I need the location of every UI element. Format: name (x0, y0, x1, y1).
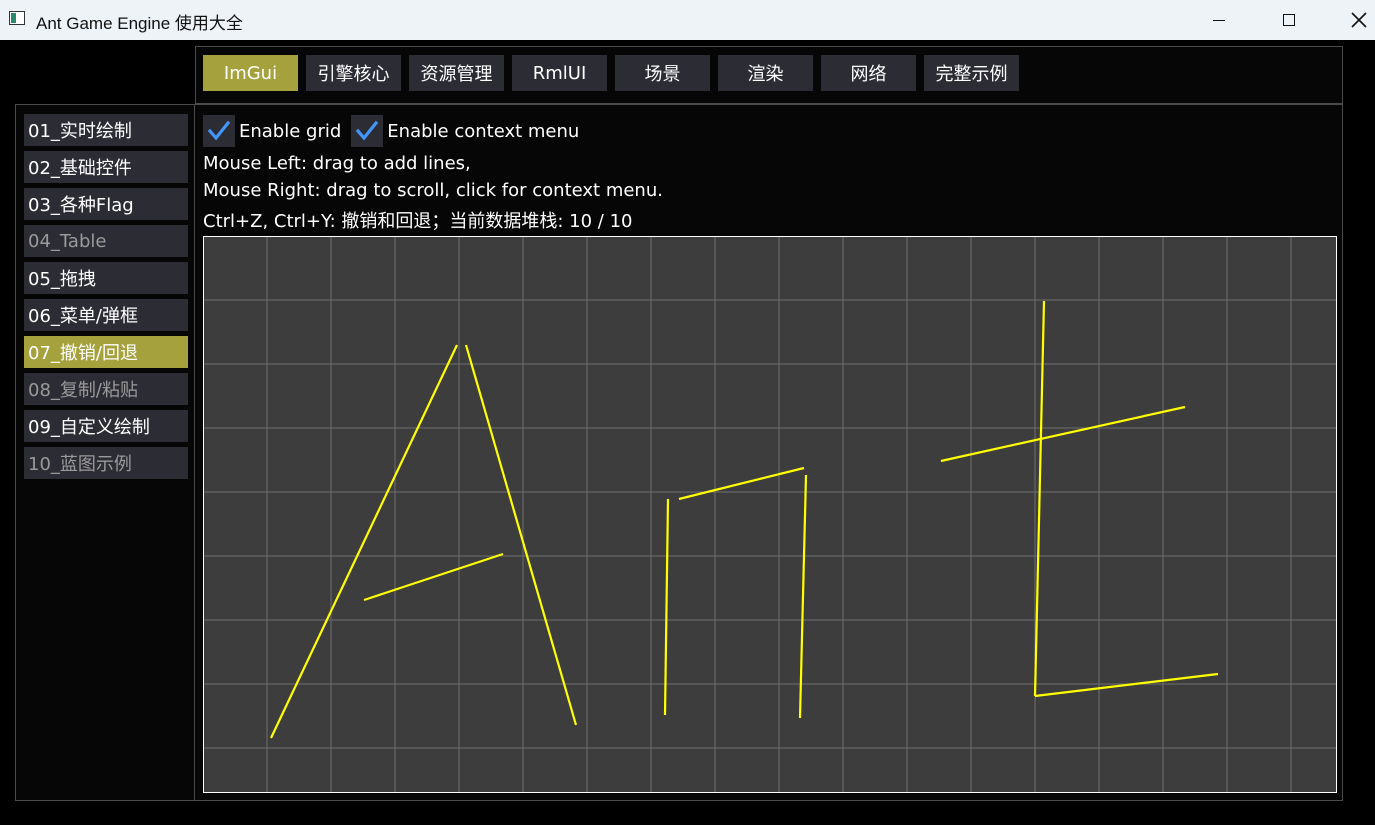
info-line-mouse-left: Mouse Left: drag to add lines, (203, 153, 471, 174)
options-row: Enable grid Enable context menu (203, 115, 589, 147)
sidebar-item-label: 03_各种Flag (28, 195, 134, 216)
sidebar-item-menu-popup[interactable]: 06_菜单/弹框 (24, 299, 188, 331)
tab-scene[interactable]: 场景 (615, 55, 710, 91)
tab-label: RmlUI (532, 62, 587, 84)
sidebar-item-undo-redo[interactable]: 07_撤销/回退 (24, 336, 188, 368)
tab-label: 完整示例 (935, 64, 1008, 85)
tab-imgui[interactable]: ImGui (203, 55, 298, 91)
tab-resource-management[interactable]: 资源管理 (409, 55, 504, 91)
sidebar-item-label: 02_基础控件 (28, 158, 132, 179)
tab-label: 引擎核心 (317, 64, 390, 85)
maximize-button[interactable] (1266, 0, 1312, 40)
tab-label: 场景 (644, 64, 681, 85)
check-icon (356, 120, 379, 141)
top-tab-bar: ImGui 引擎核心 资源管理 RmlUI 场景 渲染 网络 完整示例 (195, 46, 1343, 104)
enable-context-menu-checkbox[interactable] (351, 115, 384, 147)
drawn-line (464, 344, 578, 726)
sidebar-item-realtime-draw[interactable]: 01_实时绘制 (24, 114, 188, 146)
sidebar-item-label: 05_拖拽 (28, 269, 96, 290)
info-line-undo-stack: Ctrl+Z, Ctrl+Y: 撤销和回退；当前数据堆栈: 10 / 10 (203, 211, 633, 232)
drawn-line (663, 498, 670, 716)
maximize-icon (1283, 14, 1295, 26)
sidebar: 01_实时绘制 02_基础控件 03_各种Flag 04_Table 05_拖拽… (15, 104, 195, 801)
tab-full-examples[interactable]: 完整示例 (924, 55, 1019, 91)
sidebar-item-label: 09_自定义绘制 (28, 417, 150, 438)
sidebar-item-label: 07_撤销/回退 (28, 343, 138, 364)
app-icon (9, 11, 25, 25)
close-icon (1351, 12, 1367, 28)
title-bar: Ant Game Engine 使用大全 (0, 0, 1375, 40)
drawn-line (678, 466, 805, 501)
sidebar-item-basic-widgets[interactable]: 02_基础控件 (24, 151, 188, 183)
canvas-svg (204, 237, 1336, 792)
tab-rendering[interactable]: 渲染 (718, 55, 813, 91)
minimize-button[interactable] (1196, 0, 1242, 40)
drawn-line (1034, 672, 1219, 698)
drawn-line (798, 474, 808, 719)
minimize-icon (1213, 19, 1225, 21)
sidebar-item-label: 01_实时绘制 (28, 121, 132, 142)
tab-label: 网络 (850, 64, 887, 85)
drawn-lines (270, 300, 1219, 739)
enable-context-menu-label[interactable]: Enable context menu (387, 121, 579, 142)
sidebar-item-label: 08_复制/粘贴 (28, 380, 138, 401)
window-title: Ant Game Engine 使用大全 (36, 14, 243, 33)
tab-rmlui[interactable]: RmlUI (512, 55, 607, 91)
drawn-line (270, 344, 458, 739)
sidebar-item-custom-draw[interactable]: 09_自定义绘制 (24, 410, 188, 442)
drawn-line (1033, 300, 1046, 697)
sidebar-item-label: 04_Table (28, 230, 107, 252)
close-button[interactable] (1336, 0, 1375, 40)
sidebar-item-table[interactable]: 04_Table (24, 225, 188, 257)
tab-label: ImGui (223, 62, 278, 84)
sidebar-item-drag[interactable]: 05_拖拽 (24, 262, 188, 294)
drawn-line (940, 405, 1186, 463)
info-line-mouse-right: Mouse Right: drag to scroll, click for c… (203, 180, 663, 201)
sidebar-item-label: 10_蓝图示例 (28, 454, 132, 475)
sidebar-item-flags[interactable]: 03_各种Flag (24, 188, 188, 220)
sidebar-item-label: 06_菜单/弹框 (28, 306, 138, 327)
sidebar-item-blueprint[interactable]: 10_蓝图示例 (24, 447, 188, 479)
drawn-line (363, 552, 504, 602)
sidebar-item-copy-paste[interactable]: 08_复制/粘贴 (24, 373, 188, 405)
canvas-grid (204, 237, 1336, 792)
enable-grid-checkbox[interactable] (203, 115, 235, 147)
drawing-canvas[interactable] (203, 236, 1337, 793)
enable-grid-label[interactable]: Enable grid (239, 121, 341, 142)
tab-network[interactable]: 网络 (821, 55, 916, 91)
check-icon (207, 120, 231, 141)
tab-label: 资源管理 (420, 64, 493, 85)
tab-label: 渲染 (747, 64, 784, 85)
tab-engine-core[interactable]: 引擎核心 (306, 55, 401, 91)
main-panel: Enable grid Enable context menu Mouse Le… (194, 104, 1343, 801)
